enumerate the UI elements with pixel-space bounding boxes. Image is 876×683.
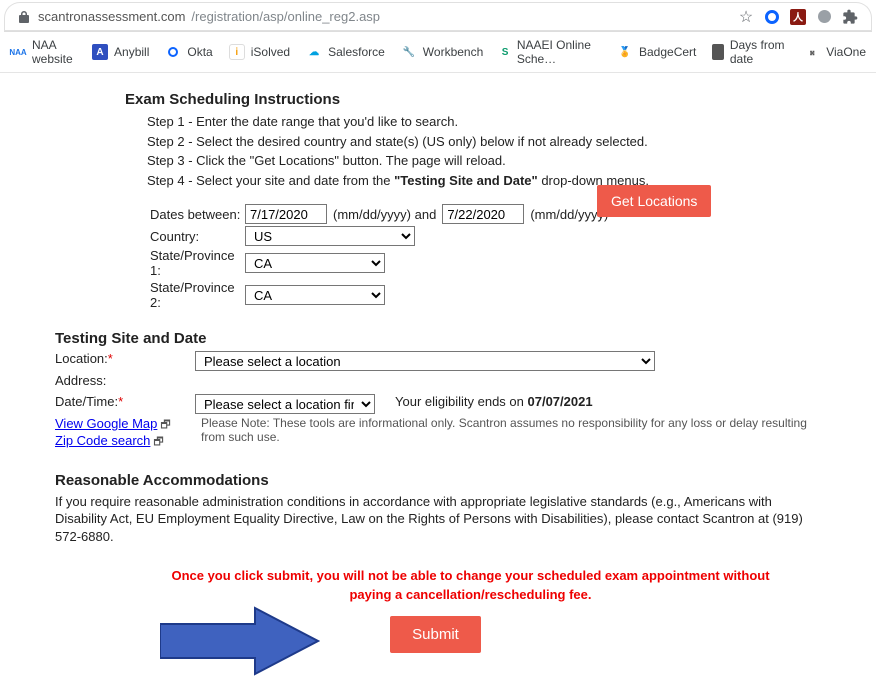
bookmark-badgecert[interactable]: 🏅BadgeCert [617,44,696,60]
dates-mid-label: (mm/dd/yyyy) and [333,207,436,222]
bookmark-workbench[interactable]: 🔧Workbench [401,44,483,60]
datetime-select[interactable]: Please select a location first [195,394,375,414]
url-host: scantronassessment.com [38,9,185,24]
bookmark-okta[interactable]: Okta [165,44,212,60]
testing-heading: Testing Site and Date [55,330,816,347]
popout-icon: 🗗 [160,419,170,431]
submit-button[interactable]: Submit [390,616,481,653]
bookmark-viaone[interactable]: 𝄪ViaOne [804,44,866,60]
url-path: /registration/asp/online_reg2.asp [191,9,380,24]
location-label: Location:* [55,351,195,366]
location-select[interactable]: Please select a location [195,351,655,371]
step-4: Step 4 - Select your site and date from … [147,171,816,191]
zip-code-search-link[interactable]: Zip Code search [55,433,150,448]
view-google-map-link[interactable]: View Google Map [55,416,157,431]
step-2: Step 2 - Select the desired country and … [147,132,816,152]
star-icon[interactable]: ☆ [738,9,754,25]
bookmark-anybill[interactable]: AAnybill [92,44,149,60]
workbench-icon: 🔧 [401,44,417,60]
extensions-puzzle-icon[interactable] [842,9,858,25]
date-from-input[interactable] [245,204,327,224]
country-label: Country: [125,229,245,244]
page-content: Exam Scheduling Instructions Step 1 - En… [0,73,876,683]
address-bar: scantronassessment.com/registration/asp/… [4,2,872,32]
date-to-input[interactable] [442,204,524,224]
extension-circle-icon[interactable] [764,9,780,25]
anybill-icon: A [92,44,108,60]
bookmarks-bar: NAANAA website AAnybill Okta iiSolved ☁S… [0,32,876,73]
eligibility-text: Your eligibility ends on 07/07/2021 [395,394,593,409]
dates-between-label: Dates between: [125,207,245,222]
arrow-annotation [160,606,320,676]
address-label: Address: [55,373,195,388]
badgecert-icon: 🏅 [617,44,633,60]
naa-icon: NAA [10,44,26,60]
country-select[interactable]: US [245,226,415,246]
days-icon [712,44,723,60]
step-3: Step 3 - Click the "Get Locations" butto… [147,151,816,171]
url-box[interactable]: scantronassessment.com/registration/asp/… [12,9,738,25]
popout-icon: 🗗 [153,436,163,448]
naaei-icon: S [499,44,511,60]
isolved-icon: i [229,44,245,60]
state2-label: State/Province 2: [125,280,245,310]
lock-icon [16,9,32,25]
submit-warning: Once you click submit, you will not be a… [165,567,776,603]
instruction-steps: Step 1 - Enter the date range that you'd… [147,112,816,190]
bookmark-naaei[interactable]: SNAAEI Online Sche… [499,38,601,66]
bookmark-days[interactable]: Days from date [712,38,788,66]
tool-note: Please Note: These tools are information… [201,416,816,444]
extension-grey-icon[interactable] [816,9,832,25]
state2-select[interactable]: CA [245,285,385,305]
step-1: Step 1 - Enter the date range that you'd… [147,112,816,132]
bookmark-isolved[interactable]: iiSolved [229,44,290,60]
state1-select[interactable]: CA [245,253,385,273]
okta-icon [165,44,181,60]
instructions-heading: Exam Scheduling Instructions [125,91,816,108]
bookmark-naa[interactable]: NAANAA website [10,38,76,66]
accom-text: If you require reasonable administration… [55,493,816,546]
get-locations-button[interactable]: Get Locations [597,185,711,217]
bookmark-salesforce[interactable]: ☁Salesforce [306,44,385,60]
accom-heading: Reasonable Accommodations [55,472,816,489]
salesforce-icon: ☁ [306,44,322,60]
state1-label: State/Province 1: [125,248,245,278]
viaone-icon: 𝄪 [804,44,820,60]
addr-right-icons: ☆ 人 [738,9,864,25]
acrobat-icon[interactable]: 人 [790,9,806,25]
datetime-label: Date/Time:* [55,394,195,409]
